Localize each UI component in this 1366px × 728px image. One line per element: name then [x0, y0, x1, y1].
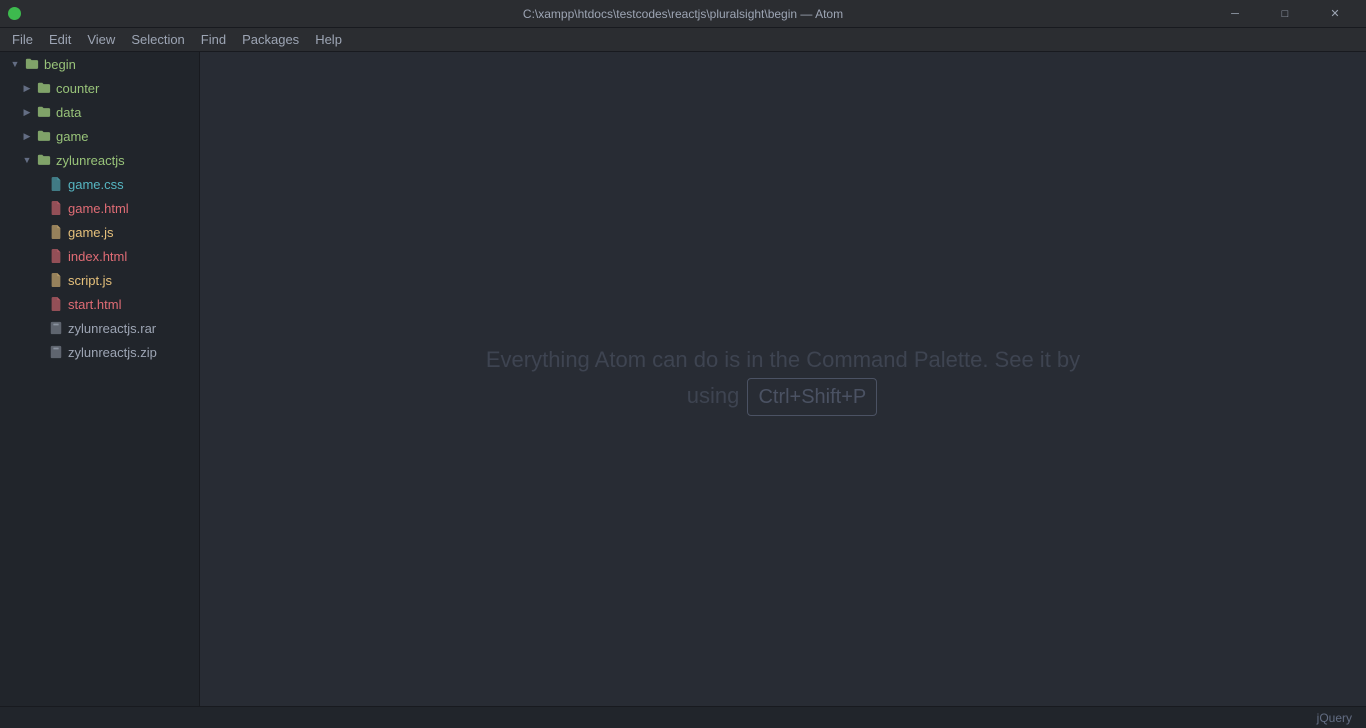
sidebar-item-label: data — [56, 105, 81, 120]
sidebar-item-index-html[interactable]: index.html — [0, 244, 199, 268]
sidebar-item-game-js[interactable]: game.js — [0, 220, 199, 244]
sidebar-file-label: game.js — [68, 225, 114, 240]
arrow-icon — [8, 57, 22, 71]
menu-item-help[interactable]: Help — [307, 30, 350, 49]
menu-item-edit[interactable]: Edit — [41, 30, 79, 49]
file-icon — [48, 224, 64, 240]
file-icon — [48, 200, 64, 216]
folder-icon — [24, 56, 40, 72]
file-icon — [48, 248, 64, 264]
arrow-icon — [20, 129, 34, 143]
sidebar-item-label: game — [56, 129, 89, 144]
welcome-line2-text: using — [687, 383, 746, 408]
sidebar-item-game[interactable]: game — [0, 124, 199, 148]
sidebar-item-zylunreactjs[interactable]: zylunreactjs — [0, 148, 199, 172]
main-layout: begin counter data game zylunreactjs gam… — [0, 52, 1366, 706]
shortcut-key: Ctrl+Shift+P — [747, 378, 877, 416]
sidebar-item-zylunreactjs-zip[interactable]: zylunreactjs.zip — [0, 340, 199, 364]
menu-item-find[interactable]: Find — [193, 30, 234, 49]
file-icon — [48, 272, 64, 288]
sidebar-file-label: script.js — [68, 273, 112, 288]
sidebar-item-script-js[interactable]: script.js — [0, 268, 199, 292]
window-controls: ─ □ ✕ — [1212, 0, 1358, 28]
sidebar-file-label: game.css — [68, 177, 124, 192]
file-icon — [48, 296, 64, 312]
menu-item-file[interactable]: File — [4, 30, 41, 49]
traffic-light-green[interactable] — [8, 7, 21, 20]
sidebar-item-zylunreactjs-rar[interactable]: zylunreactjs.rar — [0, 316, 199, 340]
folder-icon — [36, 152, 52, 168]
status-jquery[interactable]: jQuery — [1311, 711, 1358, 725]
sidebar-item-label: zylunreactjs — [56, 153, 125, 168]
folder-icon — [36, 104, 52, 120]
menu-item-selection[interactable]: Selection — [123, 30, 192, 49]
close-button[interactable]: ✕ — [1312, 0, 1358, 28]
folder-icon — [36, 128, 52, 144]
sidebar-item-counter[interactable]: counter — [0, 76, 199, 100]
sidebar-item-data[interactable]: data — [0, 100, 199, 124]
sidebar-file-label: zylunreactjs.zip — [68, 345, 157, 360]
status-bar: jQuery — [0, 706, 1366, 728]
menu-item-packages[interactable]: Packages — [234, 30, 307, 49]
sidebar-item-game-css[interactable]: game.css — [0, 172, 199, 196]
sidebar-file-label: zylunreactjs.rar — [68, 321, 156, 336]
folder-icon — [36, 80, 52, 96]
sidebar-file-label: start.html — [68, 297, 121, 312]
maximize-button[interactable]: □ — [1262, 0, 1308, 28]
sidebar[interactable]: begin counter data game zylunreactjs gam… — [0, 52, 200, 706]
file-icon — [48, 344, 64, 360]
welcome-message: Everything Atom can do is in the Command… — [486, 342, 1080, 415]
menu-bar: FileEditViewSelectionFindPackagesHelp — [0, 28, 1366, 52]
file-icon — [48, 176, 64, 192]
welcome-line1: Everything Atom can do is in the Command… — [486, 342, 1080, 377]
arrow-icon — [20, 105, 34, 119]
sidebar-root-label: begin — [44, 57, 76, 72]
menu-item-view[interactable]: View — [79, 30, 123, 49]
sidebar-item-label: counter — [56, 81, 99, 96]
file-icon — [48, 320, 64, 336]
arrow-icon — [20, 81, 34, 95]
arrow-icon — [20, 153, 34, 167]
sidebar-item-start-html[interactable]: start.html — [0, 292, 199, 316]
sidebar-item-game-html[interactable]: game.html — [0, 196, 199, 220]
welcome-line2: using Ctrl+Shift+P — [486, 378, 1080, 416]
sidebar-file-label: game.html — [68, 201, 129, 216]
traffic-lights — [8, 7, 21, 20]
editor-area: Everything Atom can do is in the Command… — [200, 52, 1366, 706]
sidebar-root-begin[interactable]: begin — [0, 52, 199, 76]
title-bar: C:\xampp\htdocs\testcodes\reactjs\plural… — [0, 0, 1366, 28]
window-title: C:\xampp\htdocs\testcodes\reactjs\plural… — [0, 7, 1366, 21]
minimize-button[interactable]: ─ — [1212, 0, 1258, 28]
sidebar-file-label: index.html — [68, 249, 127, 264]
